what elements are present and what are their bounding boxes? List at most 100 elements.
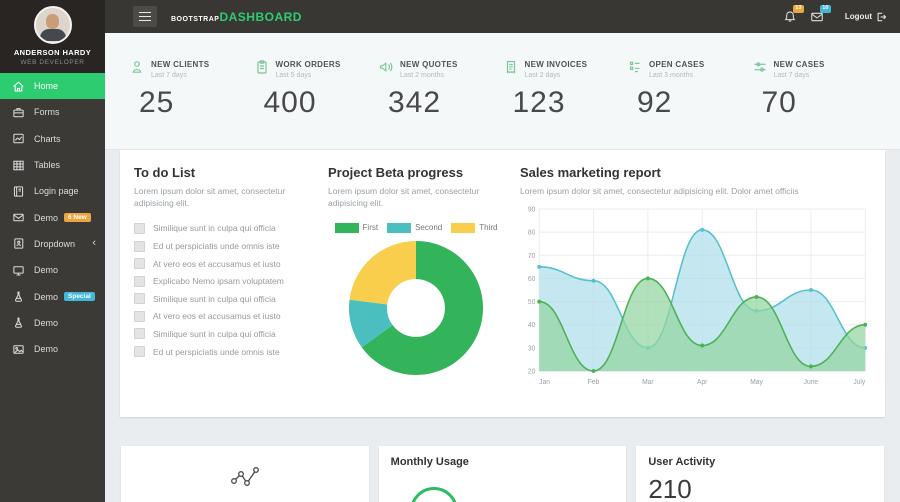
stat-value: 25 [139, 86, 254, 120]
sidebar-item-forms[interactable]: Forms [0, 99, 105, 125]
svg-text:90: 90 [528, 207, 536, 214]
stat-title: OPEN CASES [649, 59, 704, 69]
stat-value: 123 [513, 86, 628, 120]
todo-label: Ed ut perspiciatis unde omnis iste [153, 241, 280, 251]
user-role: WEB DEVELOPER [0, 59, 105, 66]
chevron-left-icon: ‹ [92, 238, 96, 249]
todo-checkbox[interactable] [134, 241, 145, 252]
todo-checkbox[interactable] [134, 223, 145, 234]
sidebar-item-label: Login page [34, 186, 79, 196]
legend-item: First [335, 223, 379, 233]
stat-title: NEW INVOICES [525, 59, 588, 69]
bottom-cards-row: Monthly Usage User Activity 210 [116, 446, 889, 502]
flask-icon [12, 316, 25, 329]
todo-item: At vero eos et accusamus et iusto [134, 308, 314, 326]
svg-text:40: 40 [528, 322, 536, 329]
notifications-button[interactable]: 13 [783, 10, 797, 24]
sidebar-item-demo-5[interactable]: Demo [0, 336, 105, 362]
messages-count-badge: 10 [820, 5, 831, 13]
todo-checkbox[interactable] [134, 328, 145, 339]
monitor-icon [12, 264, 25, 277]
stat-title: NEW CASES [774, 59, 825, 69]
logout-label: Logout [845, 12, 872, 21]
envelope-icon [12, 211, 25, 224]
todo-item: Ed ut perspiciatis unde omnis iste [134, 343, 314, 361]
brand-name: DASHBOARD [219, 10, 302, 24]
main-content: NEW CLIENTS Last 7 days 25 WORK ORDERS L… [105, 33, 900, 502]
donut-legend: First Second Third [328, 223, 504, 233]
logout-button[interactable]: Logout [845, 12, 886, 22]
todo-item: Similique sunt in culpa qui officia [134, 220, 314, 238]
todo-widget: To do List Lorem ipsum dolor sit amet, c… [134, 165, 314, 417]
todo-item: Explicabo Nemo ipsam voluptatem [134, 272, 314, 290]
sidebar-item-tables[interactable]: Tables [0, 152, 105, 178]
stat-value: 70 [762, 86, 877, 120]
clipboard-icon [254, 59, 270, 75]
legend-item: Third [451, 223, 497, 233]
legend-swatch [451, 223, 475, 233]
stat-work-orders: WORK ORDERS Last 5 days 400 [254, 59, 379, 149]
legend-label: First [363, 223, 379, 232]
sparkline-card [121, 446, 369, 502]
monthly-usage-card: Monthly Usage [379, 446, 627, 502]
todo-checkbox[interactable] [134, 346, 145, 357]
sliders-icon [752, 59, 768, 75]
stat-new-invoices: NEW INVOICES Last 2 days 123 [503, 59, 628, 149]
charts-panel: To do List Lorem ipsum dolor sit amet, c… [120, 150, 885, 417]
sparkline-icon [230, 465, 260, 489]
address-book-icon [12, 237, 25, 250]
sidebar-item-label: Demo [34, 344, 58, 354]
legend-label: Second [415, 223, 442, 232]
todo-checkbox[interactable] [134, 311, 145, 322]
todo-item: Ed ut perspiciatis unde omnis iste [134, 237, 314, 255]
invoice-icon [503, 59, 519, 75]
stat-period: Last 2 days [525, 72, 588, 79]
menu-toggle-button[interactable] [133, 6, 157, 27]
topbar-actions: 13 10 Logout [783, 10, 900, 24]
sidebar-item-label: Dropdown [34, 239, 75, 249]
todo-title: To do List [134, 165, 314, 180]
svg-text:50: 50 [528, 299, 536, 306]
messages-button[interactable]: 10 [810, 10, 824, 24]
sidebar-item-home[interactable]: Home [0, 73, 105, 99]
image-icon [12, 343, 25, 356]
special-badge: Special [64, 292, 95, 301]
briefcase-icon [12, 106, 25, 119]
todo-checkbox[interactable] [134, 276, 145, 287]
todo-label: At vero eos et accusamus et iusto [153, 311, 281, 321]
brand-prefix: BOOTSTRAP [171, 16, 219, 23]
sidebar-item-demo-3[interactable]: Demo Special [0, 283, 105, 309]
notifications-count-badge: 13 [793, 5, 804, 13]
person-icon [129, 59, 145, 75]
area-chart: 9080706050403020JanFebMarAprMayJuneJuly [520, 201, 871, 393]
book-icon [12, 185, 25, 198]
sidebar-menu: Home Forms Charts Tables Login page Demo… [0, 73, 105, 362]
donut-chart [346, 238, 486, 378]
svg-text:20: 20 [528, 369, 536, 376]
brand-logo[interactable]: BOOTSTRAP DASHBOARD [171, 10, 302, 24]
svg-text:Feb: Feb [588, 379, 600, 386]
todo-label: Explicabo Nemo ipsam voluptatem [153, 276, 284, 286]
sidebar-item-demo-2[interactable]: Demo [0, 257, 105, 283]
sidebar-item-charts[interactable]: Charts [0, 126, 105, 152]
donut-subtitle: Lorem ipsum dolor sit amet, consectetur … [328, 185, 504, 210]
sidebar-profile: ANDERSON HARDY WEB DEVELOPER [0, 0, 105, 73]
flask-icon [12, 290, 25, 303]
sidebar-item-dropdown[interactable]: Dropdown ‹ [0, 231, 105, 257]
avatar [34, 6, 72, 44]
usage-gauge-arc [410, 487, 458, 502]
avatar-torso [40, 29, 66, 41]
megaphone-icon [378, 59, 394, 75]
todo-label: Similique sunt in culpa qui officia [153, 294, 276, 304]
sidebar-item-demo-4[interactable]: Demo [0, 310, 105, 336]
svg-text:Mar: Mar [642, 379, 654, 386]
sidebar-item-demo-1[interactable]: Demo 6 New [0, 204, 105, 230]
todo-item: At vero eos et accusamus et iusto [134, 255, 314, 273]
stat-open-cases: OPEN CASES Last 3 months 92 [627, 59, 752, 149]
sidebar-item-label: Charts [34, 134, 61, 144]
sidebar-item-login-page[interactable]: Login page [0, 178, 105, 204]
stat-title: NEW QUOTES [400, 59, 458, 69]
sidebar-item-label: Demo [34, 292, 58, 302]
todo-checkbox[interactable] [134, 293, 145, 304]
todo-checkbox[interactable] [134, 258, 145, 269]
